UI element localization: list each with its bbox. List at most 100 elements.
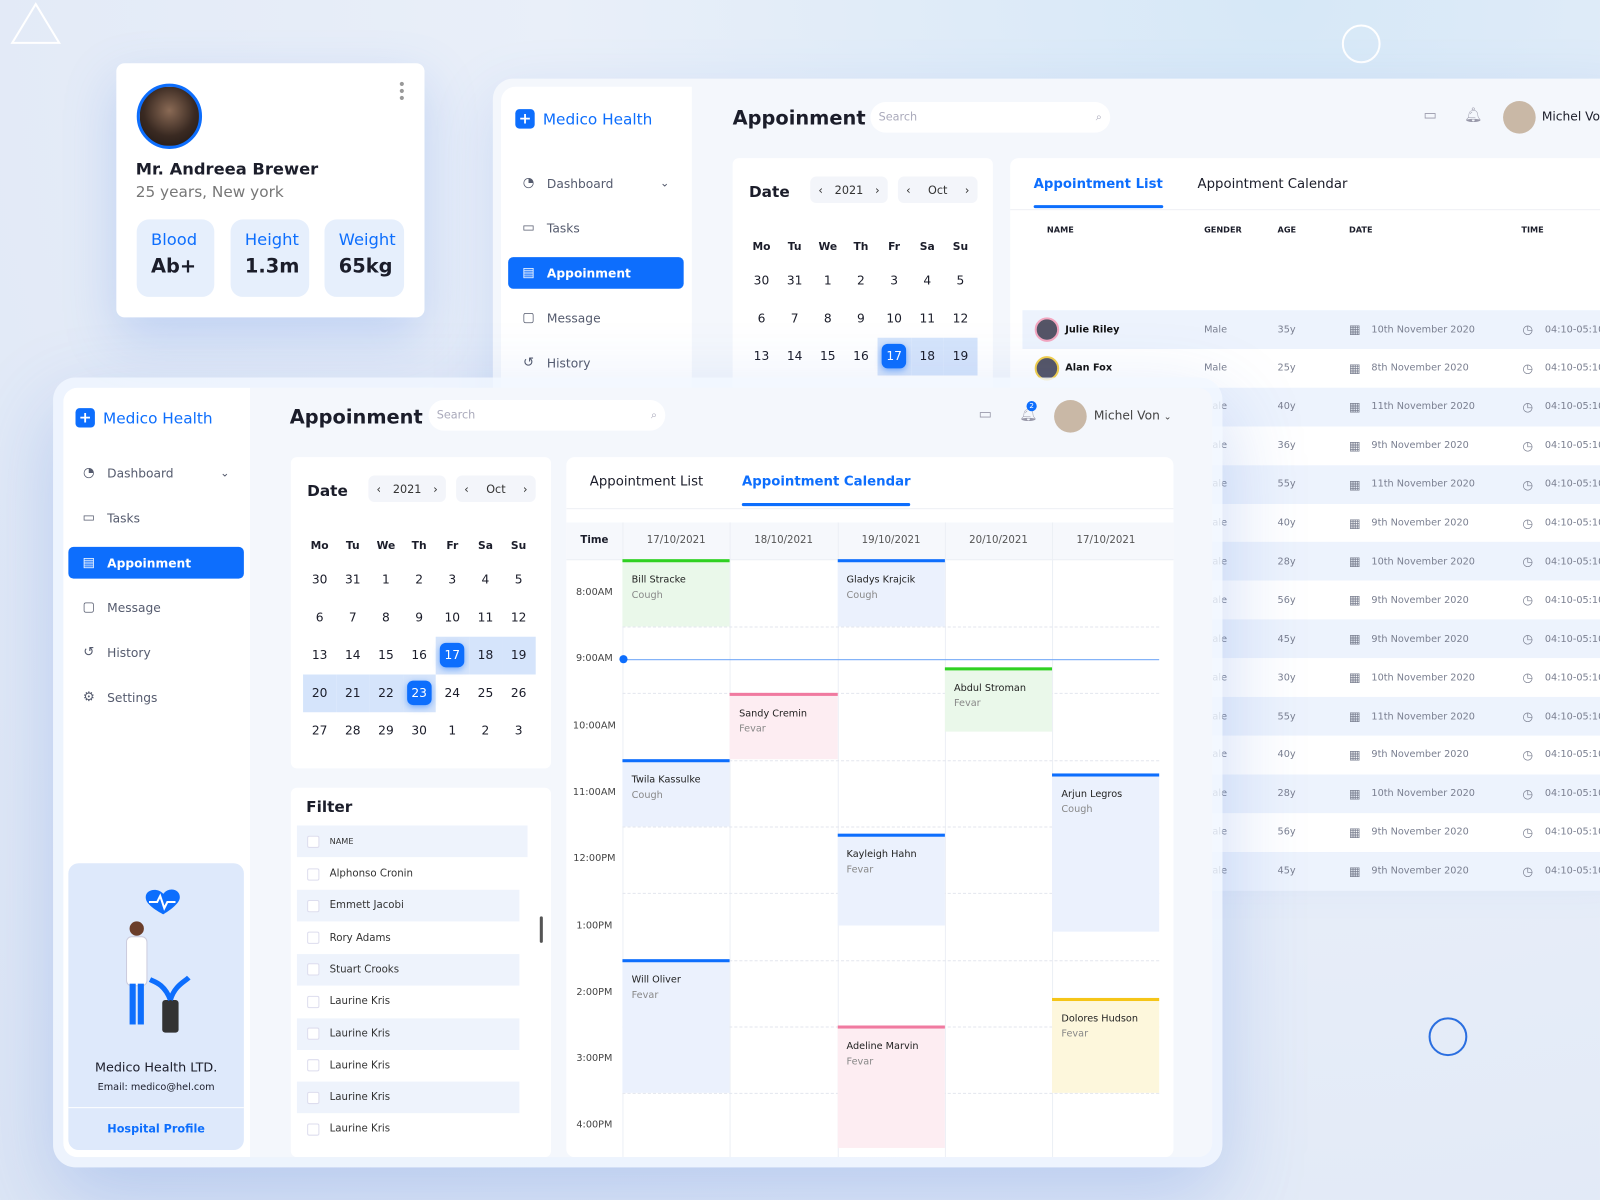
calendar-day[interactable]: 20: [303, 674, 337, 713]
month-picker[interactable]: ‹ Oct ›: [456, 475, 536, 503]
calendar-day[interactable]: 31: [778, 262, 811, 300]
calendar-day[interactable]: 16: [403, 637, 436, 675]
year-picker[interactable]: ‹ 2021 ›: [810, 176, 888, 204]
user-name[interactable]: Michel Von: [1542, 109, 1600, 123]
sidebar-item-settings[interactable]: ⚙ Settings: [68, 682, 244, 714]
calendar-day[interactable]: 24: [436, 674, 469, 712]
calendar-day[interactable]: 31: [336, 561, 369, 599]
sidebar-item-message[interactable]: ▢ Message: [68, 592, 244, 624]
sidebar-item-dashboard[interactable]: ◔ Dashboard ⌄: [68, 457, 244, 489]
filter-item[interactable]: Emmett Jacobi: [296, 890, 520, 922]
checkbox[interactable]: [307, 1059, 320, 1072]
tab-appointment-list[interactable]: Appointment List: [1033, 177, 1163, 209]
chevron-left-icon[interactable]: ‹: [818, 183, 822, 196]
checkbox[interactable]: [307, 1091, 320, 1104]
calendar-day[interactable]: 8: [811, 300, 844, 338]
hospital-profile-link[interactable]: Hospital Profile: [68, 1122, 244, 1135]
selected-day[interactable]: 17: [877, 337, 911, 376]
calendar-day[interactable]: 4: [911, 262, 944, 300]
calendar-day[interactable]: 15: [369, 637, 402, 675]
calendar-day[interactable]: 19: [502, 636, 536, 675]
calendar-day[interactable]: 29: [369, 712, 402, 750]
tab-appointment-calendar[interactable]: Appointment Calendar: [1198, 177, 1348, 192]
sidebar-item-history[interactable]: ↺ History: [68, 637, 244, 669]
calendar-day[interactable]: 10: [436, 599, 469, 637]
chevron-right-icon[interactable]: ›: [965, 183, 969, 196]
checkbox[interactable]: [307, 963, 320, 976]
calendar-day[interactable]: 9: [844, 300, 877, 338]
calendar-day[interactable]: 21: [336, 674, 370, 713]
calendar-day[interactable]: 9: [403, 599, 436, 637]
year-picker[interactable]: ‹ 2021 ›: [368, 475, 446, 503]
calendar-day[interactable]: 2: [844, 262, 877, 300]
calendar-day[interactable]: 3: [436, 561, 469, 599]
user-avatar[interactable]: [1054, 399, 1087, 433]
calendar-day[interactable]: 11: [469, 599, 502, 637]
calendar-day[interactable]: 1: [436, 712, 469, 750]
more-icon[interactable]: • • •: [398, 78, 406, 107]
bell-icon[interactable]: 🔔︎ 2: [1019, 401, 1038, 422]
search-input[interactable]: Search ⌕: [428, 399, 666, 431]
month-picker[interactable]: ‹ Oct ›: [897, 176, 978, 204]
calendar-day[interactable]: 11: [911, 300, 944, 338]
calendar-day[interactable]: 14: [336, 637, 369, 675]
calendar-day[interactable]: 8: [369, 599, 402, 637]
sidebar-item-dashboard[interactable]: ◔ Dashboard ⌄: [508, 167, 684, 199]
appointment-event[interactable]: Sandy Cremin Fevar: [729, 692, 838, 760]
selected-day[interactable]: 17: [435, 636, 469, 675]
filter-item[interactable]: Rory Adams: [296, 922, 520, 954]
sidebar-item-history[interactable]: ↺ History: [508, 347, 684, 379]
chevron-left-icon[interactable]: ‹: [377, 482, 381, 495]
calendar-day[interactable]: 28: [336, 712, 369, 750]
calendar-day[interactable]: 30: [403, 712, 436, 750]
table-row[interactable]: Julie Riley Male 35y ▦ 10th November 2020 ◷ 04…: [1022, 310, 1600, 349]
appointment-event[interactable]: Abdul Stroman Fevar: [944, 667, 1053, 732]
user-avatar[interactable]: [1503, 101, 1536, 134]
calendar-day[interactable]: 19: [943, 337, 978, 376]
filter-item[interactable]: Laurine Kris: [296, 1081, 520, 1114]
filter-item[interactable]: Laurine Kris: [296, 1113, 520, 1146]
appointment-event[interactable]: Dolores Hudson Fevar: [1052, 998, 1160, 1093]
calendar-day[interactable]: 3: [878, 262, 911, 300]
appointment-event[interactable]: Bill Stracke Cough: [622, 559, 730, 627]
calendar-day[interactable]: 25: [469, 674, 502, 712]
calendar-day[interactable]: 2: [469, 712, 502, 750]
appointment-event[interactable]: Arjun Legros Cough: [1052, 773, 1160, 932]
calendar-day[interactable]: 18: [468, 636, 503, 675]
chevron-right-icon[interactable]: ›: [875, 183, 879, 196]
chevron-left-icon[interactable]: ‹: [906, 183, 910, 196]
tab-appointment-list[interactable]: Appointment List: [590, 474, 703, 489]
chevron-left-icon[interactable]: ‹: [464, 482, 468, 495]
appointment-event[interactable]: Will Oliver Fevar: [622, 959, 730, 1093]
sidebar-item-appoinment[interactable]: ▤ Appoinment: [508, 257, 684, 289]
checkbox[interactable]: [307, 1123, 320, 1136]
calendar-day[interactable]: 4: [469, 561, 502, 599]
calendar-day[interactable]: 3: [502, 712, 535, 750]
chevron-right-icon[interactable]: ›: [523, 482, 527, 495]
chat-icon[interactable]: ▭: [1423, 107, 1437, 123]
sidebar-item-message[interactable]: ▢ Message: [508, 302, 684, 334]
chevron-right-icon[interactable]: ›: [433, 482, 437, 495]
checkbox[interactable]: [307, 867, 320, 881]
calendar-day[interactable]: 5: [502, 561, 535, 599]
calendar-day[interactable]: 12: [502, 599, 535, 637]
filter-item[interactable]: Laurine Kris: [296, 985, 520, 1018]
checkbox[interactable]: [307, 899, 320, 913]
appointment-event[interactable]: Gladys Krajcik Cough: [837, 559, 945, 627]
sidebar-item-tasks[interactable]: ▭ Tasks: [68, 502, 244, 534]
checkbox[interactable]: [307, 931, 320, 944]
calendar-day[interactable]: 22: [369, 674, 403, 713]
checkbox[interactable]: [307, 995, 320, 1008]
filter-item[interactable]: Laurine Kris: [296, 1049, 520, 1082]
calendar-day[interactable]: 18: [910, 337, 944, 376]
checkbox[interactable]: [307, 1027, 320, 1040]
calendar-day[interactable]: 30: [745, 262, 778, 300]
chat-icon[interactable]: ▭: [979, 406, 993, 422]
appointment-event[interactable]: Kayleigh Hahn Fevar: [837, 833, 945, 926]
calendar-day[interactable]: 1: [369, 561, 402, 599]
calendar-day[interactable]: 15: [811, 338, 844, 376]
calendar-day[interactable]: 7: [336, 599, 369, 637]
filter-item[interactable]: Laurine Kris: [296, 1017, 520, 1050]
appointment-event[interactable]: Adeline Marvin Fevar: [837, 1025, 945, 1149]
user-menu[interactable]: Michel Von ⌄: [1094, 408, 1172, 422]
